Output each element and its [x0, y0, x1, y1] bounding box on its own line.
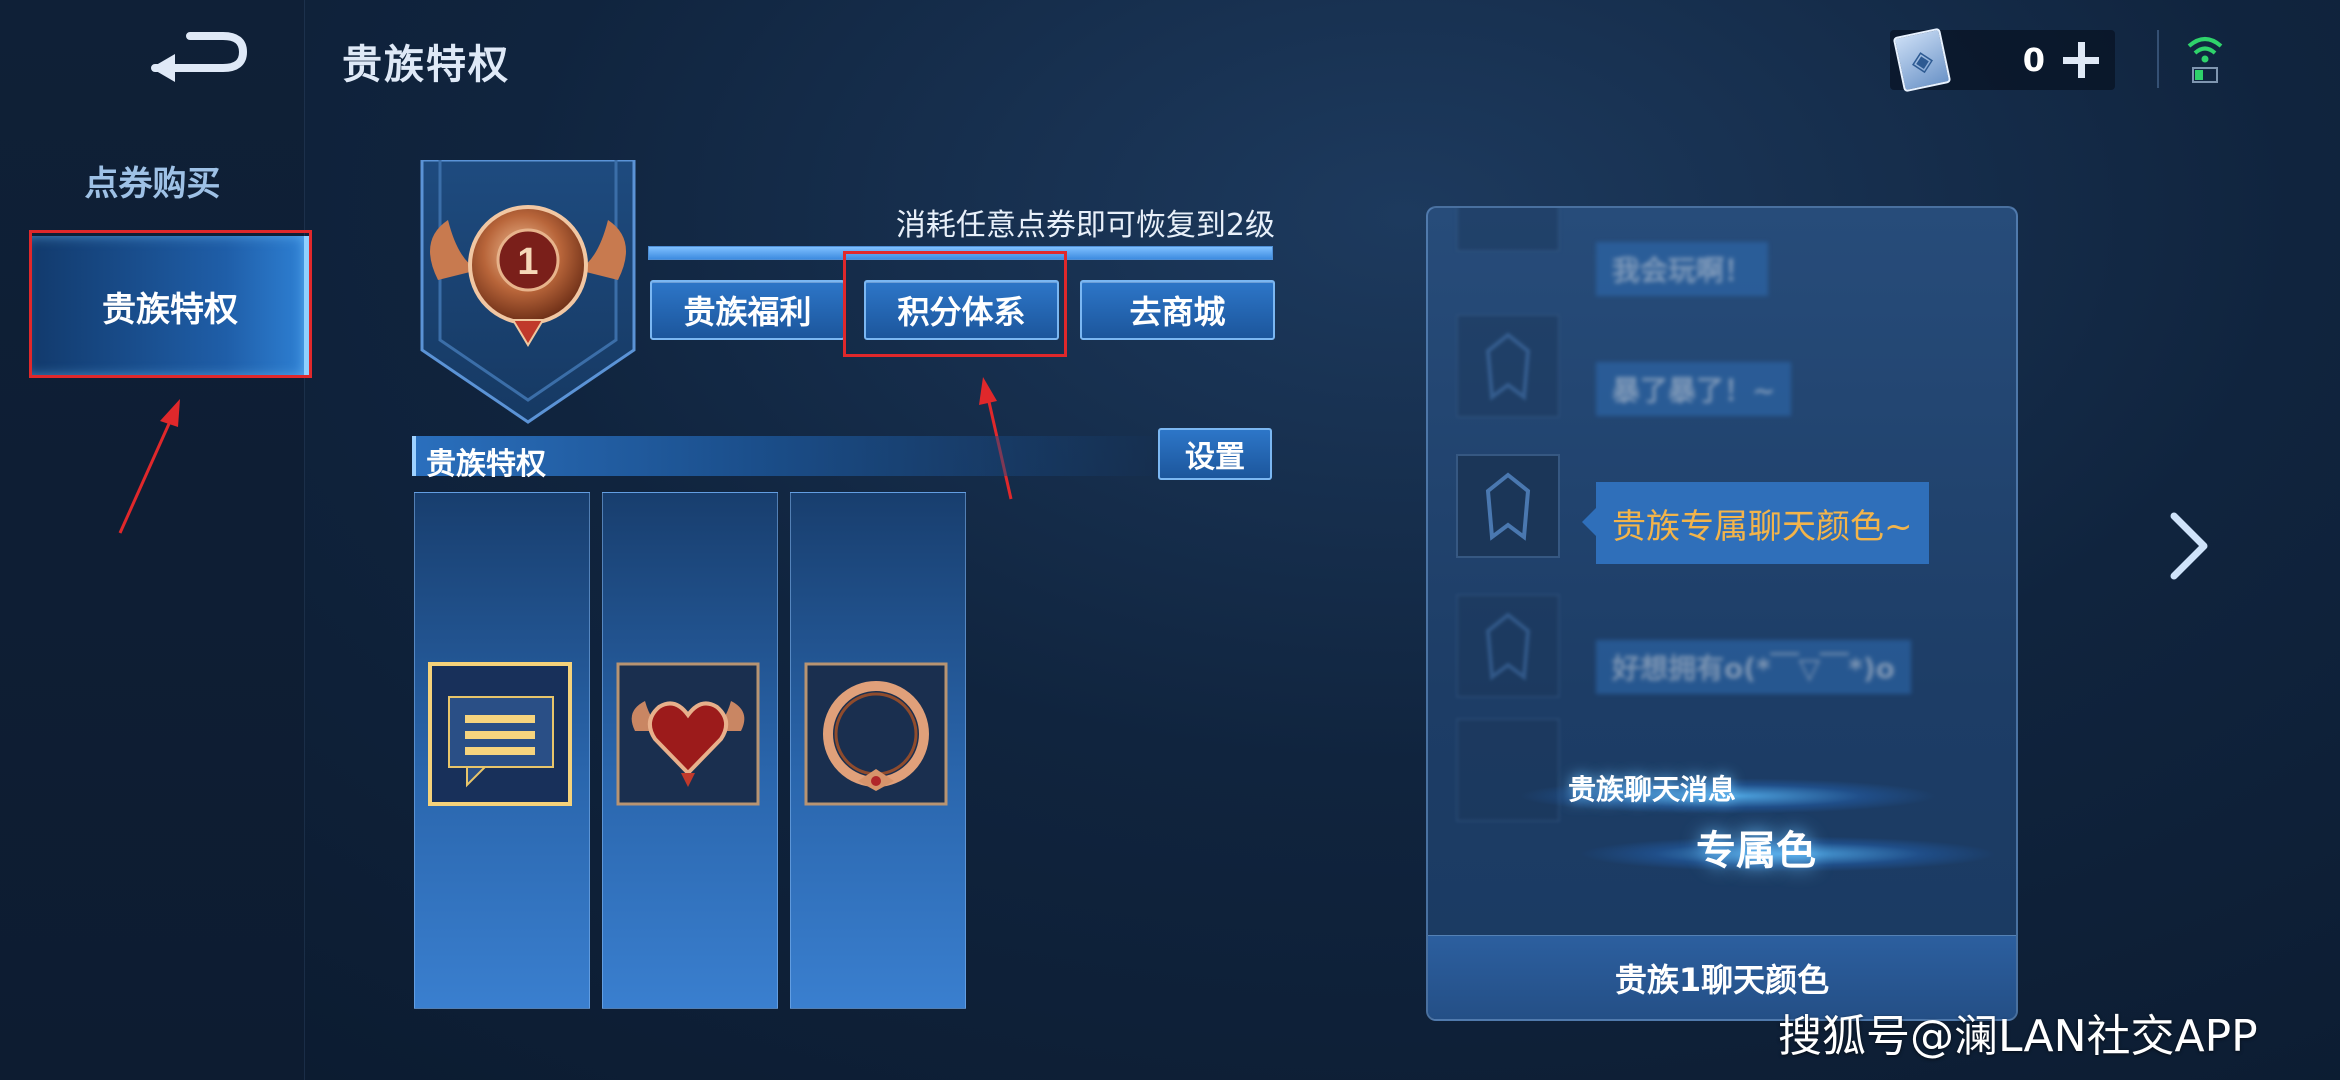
tab-label: 去商城 [1129, 293, 1226, 331]
chat-bubble-text: 暴了暴了！~ [1612, 374, 1776, 407]
avatar [1456, 594, 1560, 698]
sidebar: 点券购买 贵族特权 [0, 0, 310, 1080]
heart-badge-icon [616, 662, 760, 806]
settings-label: 设置 [1185, 440, 1245, 475]
tab-label: 贵族福利 [683, 293, 812, 331]
sidebar-item-label: 点券购买 [84, 163, 221, 204]
add-coupon-button[interactable] [2061, 40, 2101, 80]
divider [2157, 30, 2159, 88]
section-title: 贵族特权 [426, 447, 546, 482]
tab-noble-benefits[interactable]: 贵族福利 [650, 280, 845, 340]
preview-footer-label: 贵族1聊天颜色 [1614, 960, 1830, 999]
settings-button[interactable]: 设置 [1158, 428, 1272, 480]
coupon-count: 0 [2022, 41, 2045, 79]
chevron-right-icon[interactable] [2166, 510, 2214, 582]
highlight-box-sidebar [29, 230, 312, 378]
chat-color-preview-panel: 我会玩啊！ 暴了暴了！~ 贵族专属聊天颜色~ 好想拥有o(*￣▽￣*)o 贵族聊… [1426, 206, 2018, 1021]
chat-bubble-text: 我会玩啊！ [1612, 254, 1753, 287]
highlight-box-tab [843, 251, 1067, 357]
chat-bubble: 我会玩啊！ [1596, 242, 1769, 296]
chat-bubble-text: 好想拥有o(*￣▽￣*)o [1612, 652, 1895, 685]
back-arrow-icon[interactable] [145, 28, 250, 88]
sidebar-item-coupon-purchase[interactable]: 点券购买 [0, 120, 305, 240]
avatar [1456, 314, 1560, 418]
avatar [1456, 208, 1560, 252]
section-header: 贵族特权 [412, 436, 1152, 482]
glow-label-exclusive-color: 专属色 [1696, 828, 1816, 874]
privilege-card-badge[interactable] [602, 492, 778, 1009]
watermark: 搜狐号@澜LAN社交APP [1778, 1011, 2258, 1062]
annotation-arrow [118, 399, 180, 534]
restore-hint: 消耗任意点券即可恢复到2级 [895, 208, 1275, 243]
privilege-card-chat-color[interactable] [414, 492, 590, 1009]
chat-bubble-text: 贵族专属聊天颜色~ [1612, 506, 1913, 547]
chat-bubble-highlighted: 贵族专属聊天颜色~ [1582, 482, 1929, 564]
glow-label-chat-message: 贵族聊天消息 [1568, 773, 1737, 806]
chat-bubble: 好想拥有o(*￣▽￣*)o [1596, 640, 1911, 694]
avatar [1456, 718, 1560, 822]
chat-bubble-icon [428, 662, 572, 806]
page-title: 贵族特权 [342, 42, 510, 88]
coupon-ticket-icon: ◈ [1892, 27, 1952, 93]
tab-go-to-store[interactable]: 去商城 [1080, 280, 1275, 340]
noble-level-number: 1 [517, 241, 538, 283]
currency-display: ◈ 0 [1890, 27, 2115, 93]
chat-bubble: 暴了暴了！~ [1596, 362, 1792, 416]
wifi-battery-icon [2187, 37, 2223, 83]
avatar-frame-icon [804, 662, 948, 806]
avatar [1456, 454, 1560, 558]
privilege-card-avatar-frame[interactable] [790, 492, 966, 1009]
noble-level-badge: 1 [420, 160, 636, 424]
